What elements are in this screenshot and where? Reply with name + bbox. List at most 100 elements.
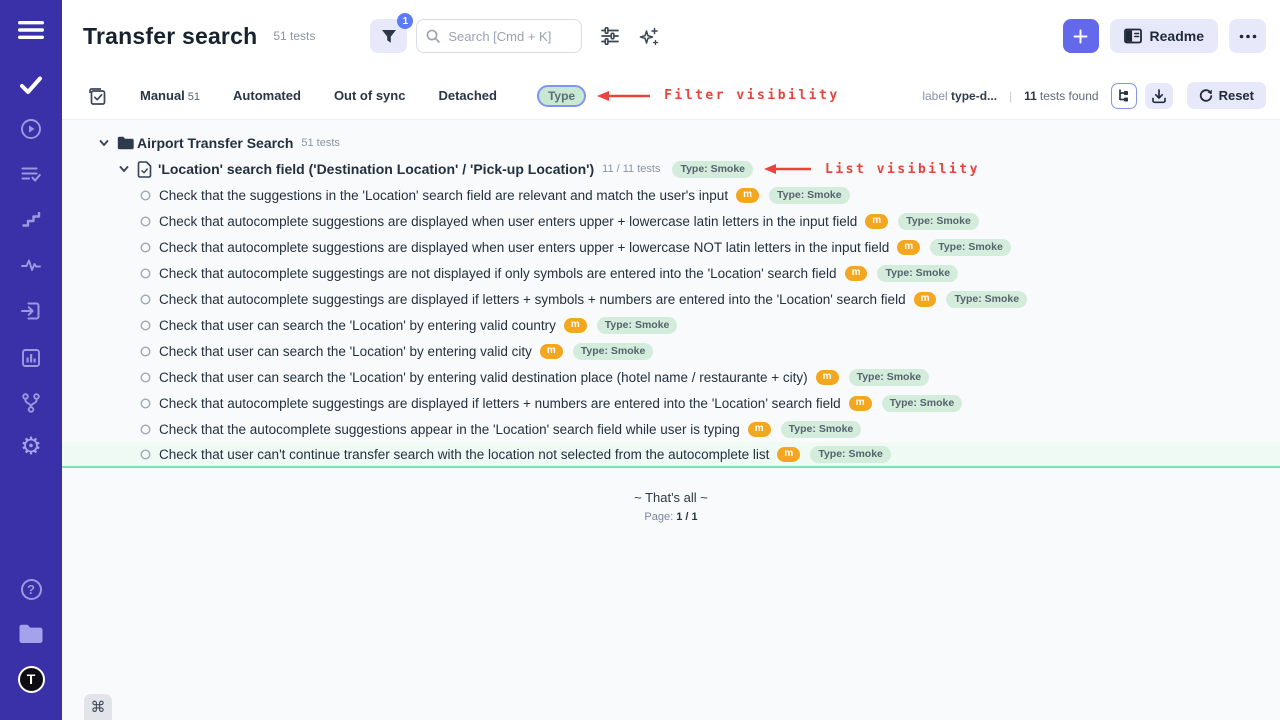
menu-icon[interactable]: [16, 17, 46, 43]
test-row-highlighted[interactable]: Check that user can't continue transfer …: [62, 442, 1280, 468]
tests-check-icon[interactable]: [16, 72, 46, 98]
folder-meta: 51 tests: [301, 137, 340, 149]
chevron-down-icon[interactable]: [98, 137, 110, 149]
type-smoke-badge: Type: Smoke: [781, 421, 862, 438]
ai-sparkles-icon[interactable]: [638, 26, 659, 47]
tree-view-toggle-button[interactable]: [1111, 83, 1137, 109]
milestones-icon[interactable]: [16, 206, 46, 232]
tab-manual-count: 51: [188, 91, 200, 103]
avatar-logo: T: [18, 666, 45, 693]
manual-badge: m: [564, 318, 587, 333]
test-row[interactable]: Check that autocomplete suggestions are …: [62, 208, 1280, 234]
tab-manual[interactable]: Manual51: [140, 88, 200, 103]
tests-count: 51 tests: [273, 29, 315, 43]
tab-detached-label: Detached: [438, 88, 497, 103]
test-status-circle-icon[interactable]: [140, 398, 151, 409]
type-smoke-badge: Type: Smoke: [810, 446, 891, 463]
test-row[interactable]: Check that autocomplete suggestings are …: [62, 390, 1280, 416]
folder-icon: [117, 136, 134, 150]
test-runs-icon[interactable]: [16, 116, 46, 142]
run-entry-icon[interactable]: [16, 298, 46, 324]
user-avatar[interactable]: T: [16, 666, 46, 692]
test-status-circle-icon[interactable]: [140, 424, 151, 435]
search-box: [416, 19, 582, 53]
topbar: Transfer search 51 tests 1: [62, 0, 1280, 72]
sidebar: ⚙ ? T: [0, 0, 62, 720]
filterbar-right: label type-d... | 11tests found Reset: [922, 82, 1266, 109]
search-icon: [425, 28, 441, 49]
test-status-circle-icon[interactable]: [140, 216, 151, 227]
test-status-circle-icon[interactable]: [140, 268, 151, 279]
suite-name: 'Location' search field ('Destination Lo…: [158, 161, 594, 177]
download-button[interactable]: [1145, 83, 1173, 109]
tab-detached[interactable]: Detached: [438, 88, 497, 103]
test-status-circle-icon[interactable]: [140, 449, 151, 460]
test-row[interactable]: Check that the autocomplete suggestions …: [62, 416, 1280, 442]
test-plans-icon[interactable]: [16, 161, 46, 187]
manual-badge: m: [914, 292, 937, 307]
divider: |: [1009, 89, 1012, 103]
type-filter-chip[interactable]: Type: [537, 85, 586, 107]
reports-icon[interactable]: [16, 345, 46, 371]
tab-out-of-sync[interactable]: Out of sync: [334, 88, 406, 103]
test-row[interactable]: Check that user can search the 'Location…: [62, 364, 1280, 390]
add-button[interactable]: [1063, 19, 1099, 53]
plus-icon: [1073, 29, 1088, 44]
view-settings-icon[interactable]: [599, 25, 621, 47]
command-shortcut-button[interactable]: ⌘: [84, 694, 112, 720]
chevron-down-icon[interactable]: [118, 163, 130, 175]
help-icon[interactable]: ?: [16, 576, 46, 602]
manual-badge: m: [736, 188, 759, 203]
type-smoke-badge: Type: Smoke: [573, 343, 654, 360]
readme-book-icon: [1124, 28, 1142, 44]
type-smoke-badge: Type: Smoke: [849, 369, 930, 386]
projects-folder-icon[interactable]: [16, 621, 46, 647]
suite-row[interactable]: 'Location' search field ('Destination Lo…: [62, 156, 1280, 182]
type-smoke-badge: Type: Smoke: [769, 187, 850, 204]
test-tree: Airport Transfer Search 51 tests 'Locati…: [62, 120, 1280, 720]
reset-label: Reset: [1219, 88, 1254, 103]
filter-visibility-label: Filter visibility: [664, 88, 840, 103]
test-status-circle-icon[interactable]: [140, 320, 151, 331]
label-prefix: label: [922, 89, 951, 103]
left-arrow-icon: [596, 90, 652, 102]
select-all-icon[interactable]: [86, 85, 107, 106]
readme-button[interactable]: Readme: [1110, 19, 1218, 53]
end-of-list-text: ~ That's all ~: [62, 490, 1280, 505]
folder-row[interactable]: Airport Transfer Search 51 tests: [62, 130, 1280, 156]
integrations-icon[interactable]: [16, 390, 46, 416]
test-row[interactable]: Check that the suggestions in the 'Locat…: [62, 182, 1280, 208]
settings-gear-icon[interactable]: ⚙: [16, 434, 46, 460]
test-row[interactable]: Check that autocomplete suggestings are …: [62, 286, 1280, 312]
manual-badge: m: [748, 422, 771, 437]
ellipsis-icon: [1239, 34, 1257, 39]
type-smoke-badge: Type: Smoke: [930, 239, 1011, 256]
more-options-button[interactable]: [1229, 19, 1266, 53]
label-value: type-d...: [951, 89, 997, 103]
active-label-filter: label type-d...: [922, 89, 997, 103]
list-visibility-annotation: List visibility: [763, 162, 980, 177]
test-row[interactable]: Check that autocomplete suggestings are …: [62, 260, 1280, 286]
filter-button[interactable]: 1: [370, 19, 407, 53]
page-label: Page:: [644, 511, 676, 523]
test-status-circle-icon[interactable]: [140, 346, 151, 357]
reset-button[interactable]: Reset: [1187, 82, 1266, 109]
test-row[interactable]: Check that autocomplete suggestions are …: [62, 234, 1280, 260]
test-name: Check that autocomplete suggestings are …: [159, 266, 837, 281]
test-status-circle-icon[interactable]: [140, 242, 151, 253]
tests-found-label: tests found: [1040, 89, 1099, 103]
tab-automated[interactable]: Automated: [233, 88, 301, 103]
test-name: Check that autocomplete suggestings are …: [159, 396, 841, 411]
test-row[interactable]: Check that user can search the 'Location…: [62, 312, 1280, 338]
type-smoke-badge: Type: Smoke: [898, 213, 979, 230]
test-status-circle-icon[interactable]: [140, 190, 151, 201]
test-row[interactable]: Check that user can search the 'Location…: [62, 338, 1280, 364]
activity-icon[interactable]: [16, 252, 46, 278]
test-status-circle-icon[interactable]: [140, 294, 151, 305]
suite-file-icon: [137, 161, 152, 178]
test-name: Check that autocomplete suggestions are …: [159, 240, 889, 255]
suite-meta: 11 / 11 tests: [602, 163, 660, 175]
test-name: Check that the autocomplete suggestions …: [159, 422, 740, 437]
test-status-circle-icon[interactable]: [140, 372, 151, 383]
filter-count-badge: 1: [397, 13, 413, 29]
